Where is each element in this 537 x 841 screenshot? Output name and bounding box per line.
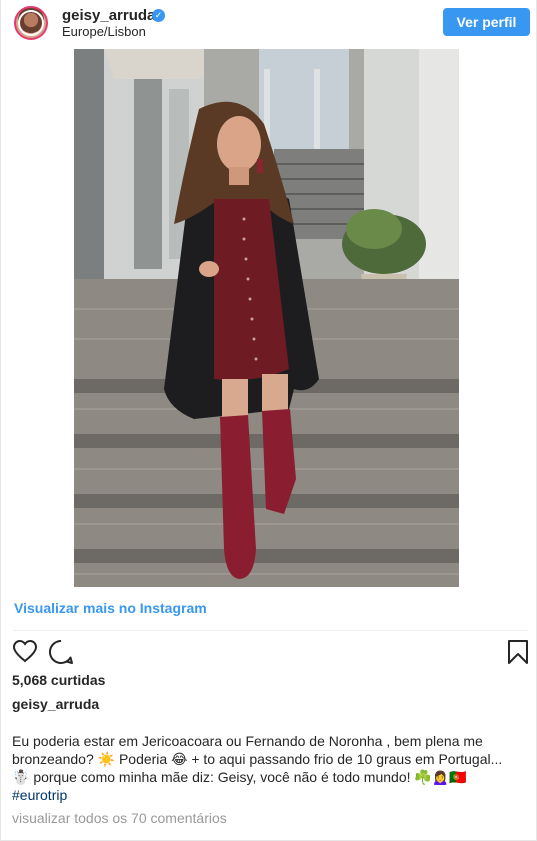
view-profile-button[interactable]: Ver perfil [443, 8, 530, 36]
comment-icon[interactable] [48, 639, 74, 665]
username[interactable]: geisy_arruda [62, 7, 155, 25]
post-photo[interactable] [74, 49, 459, 587]
caption-line: bronzeando? ☀️ Poderia 😂 + to aqui passa… [12, 751, 503, 767]
bookmark-icon[interactable] [507, 639, 529, 665]
caption-line: Eu poderia estar em Jericoacoara ou Fern… [12, 733, 483, 749]
heart-icon[interactable] [12, 639, 38, 663]
verified-badge-icon: ✓ [152, 9, 165, 22]
view-more-on-instagram-link[interactable]: Visualizar mais no Instagram [14, 600, 207, 616]
likes-count[interactable]: 5,068 curtidas [12, 672, 105, 688]
hashtag-link[interactable]: #eurotrip [12, 786, 527, 804]
post-caption: Eu poderia estar em Jericoacoara ou Fern… [12, 732, 527, 804]
avatar[interactable] [14, 6, 48, 40]
view-all-comments-link[interactable]: visualizar todos os 70 comentários [12, 810, 227, 826]
post-header: geisy_arruda ✓ Europe/Lisbon Ver perfil [1, 0, 537, 44]
caption-username[interactable]: geisy_arruda [12, 696, 99, 712]
divider [13, 630, 528, 631]
instagram-embed-card: geisy_arruda ✓ Europe/Lisbon Ver perfil [0, 0, 537, 841]
caption-line: ☃️ porque como minha mãe diz: Geisy, voc… [12, 769, 467, 785]
photo-illustration [74, 49, 459, 587]
location-label[interactable]: Europe/Lisbon [62, 24, 146, 39]
